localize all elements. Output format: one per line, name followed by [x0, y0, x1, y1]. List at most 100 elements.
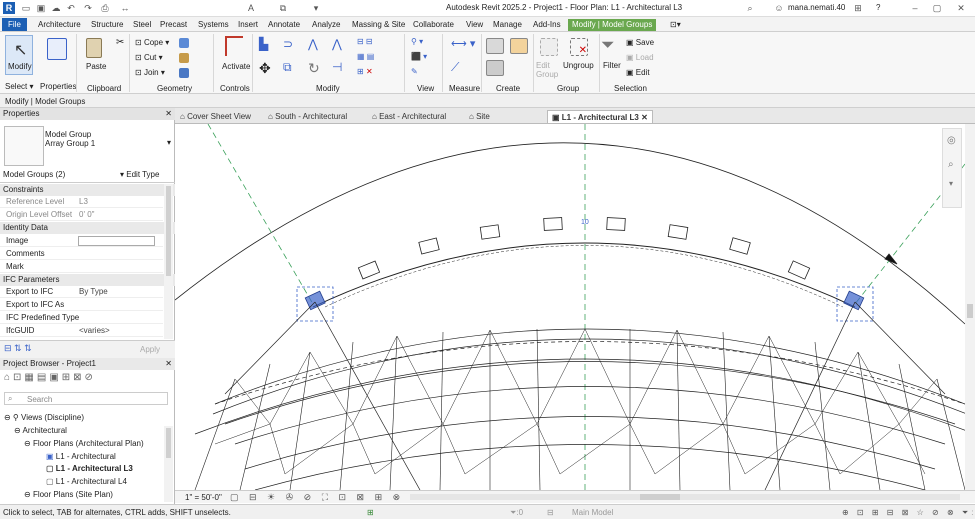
zoom-icon[interactable]: ⌕ [948, 159, 954, 170]
scale-icon[interactable]: ⊞ ✕ [357, 67, 373, 76]
join-button[interactable]: ⊡ Join ▾ [135, 68, 165, 77]
ifc-parameters-section[interactable]: IFC Parameters˄ [0, 274, 175, 286]
identity-data-section[interactable]: Identity Data˄ [0, 222, 175, 234]
undo-icon[interactable]: ↶ [66, 3, 76, 13]
close-tab-icon[interactable]: ✕ [641, 113, 648, 122]
tree-l1-architectural-l4[interactable]: ▢ L1 - Architectural L4 [46, 477, 127, 486]
drawing-canvas[interactable]: 10 ◎ ⌕ ▾ [175, 124, 965, 490]
filter-icon[interactable]: ⏷ [601, 35, 615, 55]
browser-search[interactable]: ⌕ Search [4, 392, 168, 405]
properties-scrollbar[interactable] [164, 184, 173, 339]
view-tab-south[interactable]: ⌂ South - Architectural [268, 110, 347, 123]
search-icon[interactable]: ⌕ [745, 3, 755, 13]
save-icon[interactable]: ▣ [36, 3, 46, 13]
measure-tool-icon[interactable]: ⟷ ▾ [451, 37, 475, 50]
override-icon[interactable]: ⬛ ▾ [411, 52, 427, 61]
tab-structure[interactable]: Structure [91, 19, 123, 31]
floor-plan-drawing[interactable]: 10 [175, 124, 965, 490]
tab-architecture[interactable]: Architecture [38, 19, 81, 31]
instance-selector[interactable]: Model Groups (2) [3, 170, 113, 182]
tab-manage[interactable]: Manage [493, 19, 522, 31]
design-option-icon[interactable]: ⊟ [547, 508, 554, 517]
modify-button[interactable]: ↖ Modify [5, 35, 33, 75]
tree-floor-plans-architectural[interactable]: ⊖ Floor Plans (Architectural Plan) [24, 439, 144, 448]
cart-icon[interactable]: ⊞ [853, 3, 863, 13]
view-scale[interactable]: 1" = 50'-0" [185, 493, 222, 502]
activate-label[interactable]: Activate [222, 62, 250, 71]
tab-massing-site[interactable]: Massing & Site [352, 19, 405, 31]
tab-options-icon[interactable]: ⊡▾ [670, 19, 681, 31]
prop-comments[interactable]: Comments [0, 248, 163, 260]
copy-icon[interactable]: ⧉ [283, 60, 292, 75]
tab-systems[interactable]: Systems [198, 19, 229, 31]
split-icon[interactable]: ⊟ ⊟ [357, 37, 373, 46]
apply-button[interactable]: Apply [140, 345, 160, 354]
paste-label[interactable]: Paste [86, 62, 106, 71]
switch-windows-icon[interactable]: ⧉ [278, 3, 288, 13]
dropdown-icon[interactable]: ▾ [311, 3, 321, 13]
activate-icon[interactable] [225, 36, 243, 56]
mirror-icon[interactable]: ⋀ [308, 37, 318, 51]
view-tab-cover-sheet[interactable]: ⌂ Cover Sheet View [180, 110, 251, 123]
cloud-icon[interactable]: ☁ [51, 3, 61, 13]
browser-toolbar[interactable]: ⌂⊡▦▤▣⊞⊠⊘ [4, 372, 96, 383]
split-face-icon[interactable] [179, 68, 189, 78]
paint-icon[interactable] [179, 53, 189, 63]
filter-label[interactable]: Filter [603, 61, 621, 70]
align-icon[interactable]: ▙ [259, 37, 268, 51]
tree-views-discipline[interactable]: ⊖ ⚲ Views (Discipline) [4, 413, 84, 422]
prop-export-to-ifc-as[interactable]: Export to IFC As [0, 299, 163, 311]
tab-annotate[interactable]: Annotate [268, 19, 300, 31]
text-icon[interactable]: A [246, 3, 256, 13]
close-icon[interactable]: ✕ [165, 358, 172, 370]
view-control-icons[interactable]: ▢ ⊟ ☀ ✇ ⊘ ⛶ ⊡ ⊠ ⊞ ⊗ ‹ [230, 492, 418, 503]
open-icon[interactable]: ▭ [21, 3, 31, 13]
canvas-hscrollbar[interactable] [410, 494, 960, 500]
filter-count[interactable]: ⏷:0 [510, 508, 523, 518]
type-selector[interactable]: Model Group Array Group 1 ▾ [45, 130, 173, 160]
sort-icons[interactable]: ⊟ ⇅ ⇅ [4, 343, 32, 354]
measure-icon[interactable]: ↔ [120, 3, 130, 13]
prop-image[interactable]: Image [0, 235, 163, 247]
tab-collaborate[interactable]: Collaborate [413, 19, 454, 31]
rotate-icon[interactable]: ↻ [308, 60, 320, 77]
close-icon[interactable]: ✕ [165, 108, 172, 120]
tab-file[interactable]: File [2, 18, 27, 31]
help-button[interactable]: ? [876, 3, 880, 12]
tab-insert[interactable]: Insert [238, 19, 258, 31]
array-icon[interactable]: ▦ ▤ [357, 52, 374, 61]
tab-add-ins[interactable]: Add-Ins [533, 19, 561, 31]
redo-icon[interactable]: ↷ [83, 3, 93, 13]
steering-wheel-icon[interactable]: ◎ [947, 135, 956, 146]
tab-view[interactable]: View [466, 19, 483, 31]
maximize-icon[interactable]: ▢ [932, 3, 942, 13]
prop-ifc-predefined-type[interactable]: IFC Predefined Type [0, 312, 163, 324]
minimize-icon[interactable]: – [910, 3, 920, 13]
linework-icon[interactable]: ✎ [411, 67, 418, 76]
tree-architectural[interactable]: ⊖ Architectural [14, 426, 67, 435]
edit-group-icon[interactable] [540, 38, 558, 56]
properties-icon[interactable] [47, 38, 67, 60]
browser-scrollbar[interactable] [164, 426, 173, 502]
edit-type-button[interactable]: ▾ Edit Type [120, 170, 159, 179]
tab-analyze[interactable]: Analyze [312, 19, 340, 31]
navigation-bar[interactable]: ◎ ⌕ ▾ [942, 128, 962, 208]
select-dropdown[interactable]: Select ▾ [5, 82, 33, 91]
user-name[interactable]: mana.nemati.40 [788, 3, 845, 12]
offset-icon[interactable]: ⊃ [283, 37, 293, 51]
print-icon[interactable]: ⎙ [100, 3, 110, 13]
status-selection-icons[interactable]: ⊕ ⊡ ⊞ ⊟ ⊠ ☆ ⊘ ⊗ ⏷:0 [842, 508, 975, 518]
mirror-draw-icon[interactable]: ⋀ [332, 37, 342, 51]
prop-mark[interactable]: Mark [0, 261, 163, 273]
tree-l1-architectural-l3[interactable]: ▢ L1 - Architectural L3 [46, 464, 133, 473]
tab-modify-model-groups[interactable]: Modify | Model Groups [568, 19, 657, 31]
edit-group-label[interactable]: Edit Group [536, 61, 560, 79]
trim-icon[interactable]: ⊣ [332, 60, 342, 74]
cut-icon[interactable]: ✂ [116, 37, 124, 48]
hide-icon[interactable]: ⚲ ▾ [411, 37, 423, 46]
create-similar-icon[interactable] [486, 60, 504, 76]
prop-export-to-ifc[interactable]: Export to IFC By Type [0, 286, 163, 298]
save-selection-button[interactable]: ▣ Save [626, 38, 654, 47]
ungroup-label[interactable]: Ungroup [563, 61, 594, 70]
geometry-tool-icon[interactable] [179, 38, 189, 48]
